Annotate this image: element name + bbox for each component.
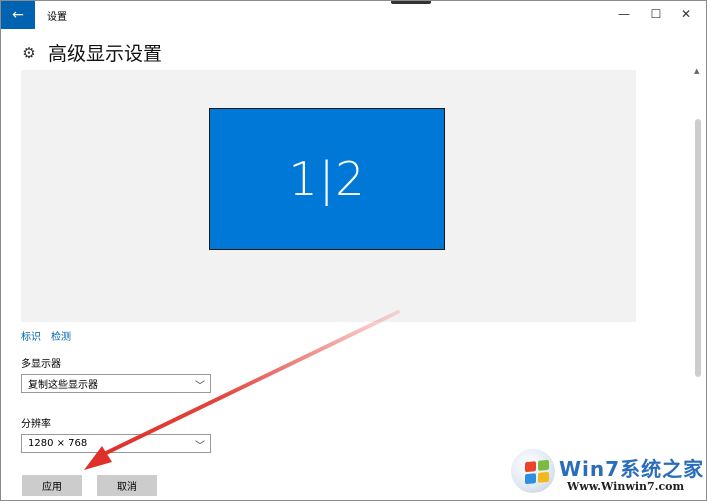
apply-button[interactable]: 应用 — [22, 475, 82, 496]
page-title: 高级显示设置 — [48, 43, 163, 65]
maximize-button[interactable]: ☐ — [645, 5, 667, 23]
detect-link[interactable]: 检测 — [51, 328, 71, 343]
cancel-label: 取消 — [117, 482, 137, 493]
window-title: 设置 — [47, 12, 67, 23]
chevron-down-icon: ﹀ — [195, 381, 205, 392]
title-bar: ← 设置 — ☐ ✕ — [1, 1, 706, 29]
apply-label: 应用 — [42, 482, 62, 493]
watermark: Win7系统之家 Www.Winwin7.com — [507, 447, 705, 499]
close-button[interactable]: ✕ — [675, 5, 697, 23]
maximize-icon: ☐ — [650, 7, 662, 21]
vertical-scrollbar[interactable]: ▲ — [694, 31, 702, 496]
monitor-label: 1|2 — [288, 152, 366, 206]
gear-icon: ⚙ — [22, 43, 36, 62]
scrollbar-thumb[interactable] — [695, 119, 701, 377]
page-header: ⚙ 高级显示设置 — [20, 39, 162, 66]
cancel-button[interactable]: 取消 — [97, 475, 157, 496]
watermark-title: Win7系统之家 — [559, 457, 705, 481]
display-preview-area: 1|2 — [21, 70, 636, 322]
chevron-down-icon: ﹀ — [195, 441, 205, 452]
settings-window: ← 设置 — ☐ ✕ ⚙ 高级显示设置 1|2 标识 检测 多显示器 复制这些显… — [0, 0, 707, 501]
identify-link[interactable]: 标识 — [21, 328, 41, 343]
close-icon: ✕ — [680, 7, 692, 21]
resolution-value: 1280 × 768 — [28, 438, 88, 449]
watermark-url: Www.Winwin7.com — [567, 480, 685, 493]
multi-display-label: 多显示器 — [21, 359, 61, 370]
back-button[interactable]: ← — [1, 1, 35, 29]
back-arrow-icon: ← — [12, 7, 24, 23]
title-bar-notch — [391, 1, 431, 4]
multi-display-dropdown[interactable]: 复制这些显示器 ﹀ — [21, 374, 211, 393]
display-links: 标识 检测 — [21, 328, 71, 343]
monitor-tile[interactable]: 1|2 — [209, 108, 445, 250]
windows-logo-icon — [511, 449, 555, 493]
resolution-dropdown[interactable]: 1280 × 768 ﹀ — [21, 434, 211, 453]
scroll-up-icon[interactable]: ▲ — [694, 67, 699, 75]
minimize-button[interactable]: — — [613, 5, 635, 23]
minimize-icon: — — [618, 7, 630, 21]
multi-display-value: 复制这些显示器 — [28, 380, 98, 391]
resolution-label: 分辨率 — [21, 419, 51, 430]
